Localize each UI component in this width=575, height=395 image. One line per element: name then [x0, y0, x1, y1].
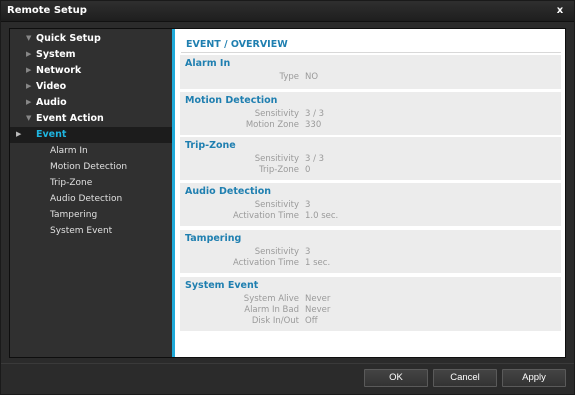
collapsed-arrow-icon: ▶	[26, 82, 32, 90]
summary-row: Type NO	[180, 72, 561, 83]
sidebar-item-label: Video	[36, 81, 67, 92]
row-value: 3	[305, 200, 311, 210]
sidebar-item-system[interactable]: ▶ System	[10, 47, 172, 63]
row-key: Motion Zone	[245, 120, 299, 130]
collapsed-arrow-icon: ▶	[26, 98, 32, 106]
section-motion-detection: Motion Detection Sensitivity 3 / 3 Motio…	[180, 92, 561, 135]
row-key: Activation Time	[232, 258, 299, 268]
sidebar-item-label: Event Action	[36, 113, 104, 124]
collapsed-arrow-icon: ▶	[26, 50, 32, 58]
sidebar-item-label: System	[36, 49, 76, 60]
sidebar-subitem-system-event[interactable]: System Event	[10, 224, 172, 240]
sidebar-item-event-action[interactable]: ▼ Event Action	[10, 111, 172, 127]
summary-row: Motion Zone 330	[180, 120, 561, 131]
row-key: Sensitivity	[254, 154, 299, 164]
sidebar-item-network[interactable]: ▶ Network	[10, 63, 172, 79]
section-title: Tampering	[185, 233, 242, 244]
sidebar-subitem-label: Motion Detection	[50, 162, 128, 172]
section-system-event: System Event System Alive Never Alarm In…	[180, 277, 561, 331]
row-value: NO	[305, 72, 319, 82]
row-key: Trip-Zone	[259, 165, 299, 175]
sidebar-nav: ▼ Quick Setup ▶ System ▶ Network ▶ Video…	[10, 29, 172, 357]
row-value: Off	[305, 316, 318, 326]
row-value: 1 sec.	[305, 258, 331, 268]
row-value: 3 / 3	[305, 154, 325, 164]
section-tampering: Tampering Sensitivity 3 Activation Time …	[180, 230, 561, 273]
summary-row: Disk In/Out Off	[180, 316, 561, 327]
sidebar-subitem-label: Tampering	[50, 210, 98, 220]
section-title: Alarm In	[185, 58, 231, 69]
page-title: EVENT / OVERVIEW	[186, 39, 288, 50]
sidebar-item-audio[interactable]: ▶ Audio	[10, 95, 172, 111]
window-title: Remote Setup	[7, 5, 87, 16]
row-key: Activation Time	[232, 211, 299, 221]
cancel-button[interactable]: Cancel	[433, 369, 497, 387]
section-trip-zone: Trip-Zone Sensitivity 3 / 3 Trip-Zone 0	[180, 137, 561, 180]
expanded-arrow-icon: ▼	[26, 114, 32, 122]
summary-row: Sensitivity 3	[180, 247, 561, 258]
row-value: 1.0 sec.	[305, 211, 339, 221]
row-key: Alarm In Bad	[244, 305, 299, 315]
remote-setup-window: Remote Setup x ▼ Quick Setup ▶ System ▶ …	[0, 0, 575, 395]
ok-button[interactable]: OK	[364, 369, 428, 387]
summary-row: Sensitivity 3 / 3	[180, 109, 561, 120]
section-audio-detection: Audio Detection Sensitivity 3 Activation…	[180, 183, 561, 226]
section-title: System Event	[185, 280, 259, 291]
sidebar-item-label: Event	[36, 129, 67, 140]
row-value: 330	[305, 120, 322, 130]
sidebar-subitem-label: System Event	[50, 226, 113, 236]
sidebar-subitem-motion-detection[interactable]: Motion Detection	[10, 160, 172, 176]
summary-row: Alarm In Bad Never	[180, 305, 561, 316]
sidebar-item-quick-setup[interactable]: ▼ Quick Setup	[10, 31, 172, 47]
sidebar-subitem-label: Audio Detection	[50, 194, 123, 204]
row-key: Sensitivity	[254, 247, 299, 257]
sidebar-item-label: Network	[36, 65, 82, 76]
title-bar[interactable]: Remote Setup x	[1, 1, 574, 22]
section-title: Audio Detection	[185, 186, 272, 197]
row-value: Never	[305, 294, 331, 304]
sidebar-item-video[interactable]: ▶ Video	[10, 79, 172, 95]
row-value: 3 / 3	[305, 109, 325, 119]
row-key: Sensitivity	[254, 109, 299, 119]
expanded-arrow-icon: ▼	[26, 34, 32, 42]
row-key: Type	[279, 72, 299, 82]
sidebar-subitem-audio-detection[interactable]: Audio Detection	[10, 192, 172, 208]
section-alarm-in: Alarm In Type NO	[180, 55, 561, 89]
row-value: 3	[305, 247, 311, 257]
sidebar-item-event[interactable]: ▶ Event	[10, 127, 172, 143]
row-key: Sensitivity	[254, 200, 299, 210]
heading-divider	[181, 52, 561, 53]
apply-button[interactable]: Apply	[502, 369, 566, 387]
sidebar-subitem-label: Alarm In	[50, 146, 88, 156]
row-value: 0	[305, 165, 311, 175]
summary-row: Trip-Zone 0	[180, 165, 561, 176]
summary-row: Sensitivity 3	[180, 200, 561, 211]
summary-row: Sensitivity 3 / 3	[180, 154, 561, 165]
sidebar-subitem-trip-zone[interactable]: Trip-Zone	[10, 176, 172, 192]
sidebar-subitem-tampering[interactable]: Tampering	[10, 208, 172, 224]
sidebar-subitem-label: Trip-Zone	[50, 178, 93, 188]
section-title: Motion Detection	[185, 95, 278, 106]
summary-row: Activation Time 1.0 sec.	[180, 211, 561, 222]
sidebar-subitem-alarm-in[interactable]: Alarm In	[10, 144, 172, 160]
event-overview-panel: EVENT / OVERVIEW Alarm In Type NO Motion…	[175, 29, 565, 357]
summary-row: Activation Time 1 sec.	[180, 258, 561, 269]
sidebar-item-label: Audio	[36, 97, 67, 108]
collapsed-arrow-icon: ▶	[16, 130, 22, 138]
sidebar-item-label: Quick Setup	[36, 33, 101, 44]
row-key: System Alive	[243, 294, 299, 304]
close-icon[interactable]: x	[554, 4, 566, 18]
row-key: Disk In/Out	[251, 316, 299, 326]
collapsed-arrow-icon: ▶	[26, 66, 32, 74]
summary-row: System Alive Never	[180, 294, 561, 305]
section-title: Trip-Zone	[185, 140, 236, 151]
row-value: Never	[305, 305, 331, 315]
footer-divider	[1, 363, 574, 364]
